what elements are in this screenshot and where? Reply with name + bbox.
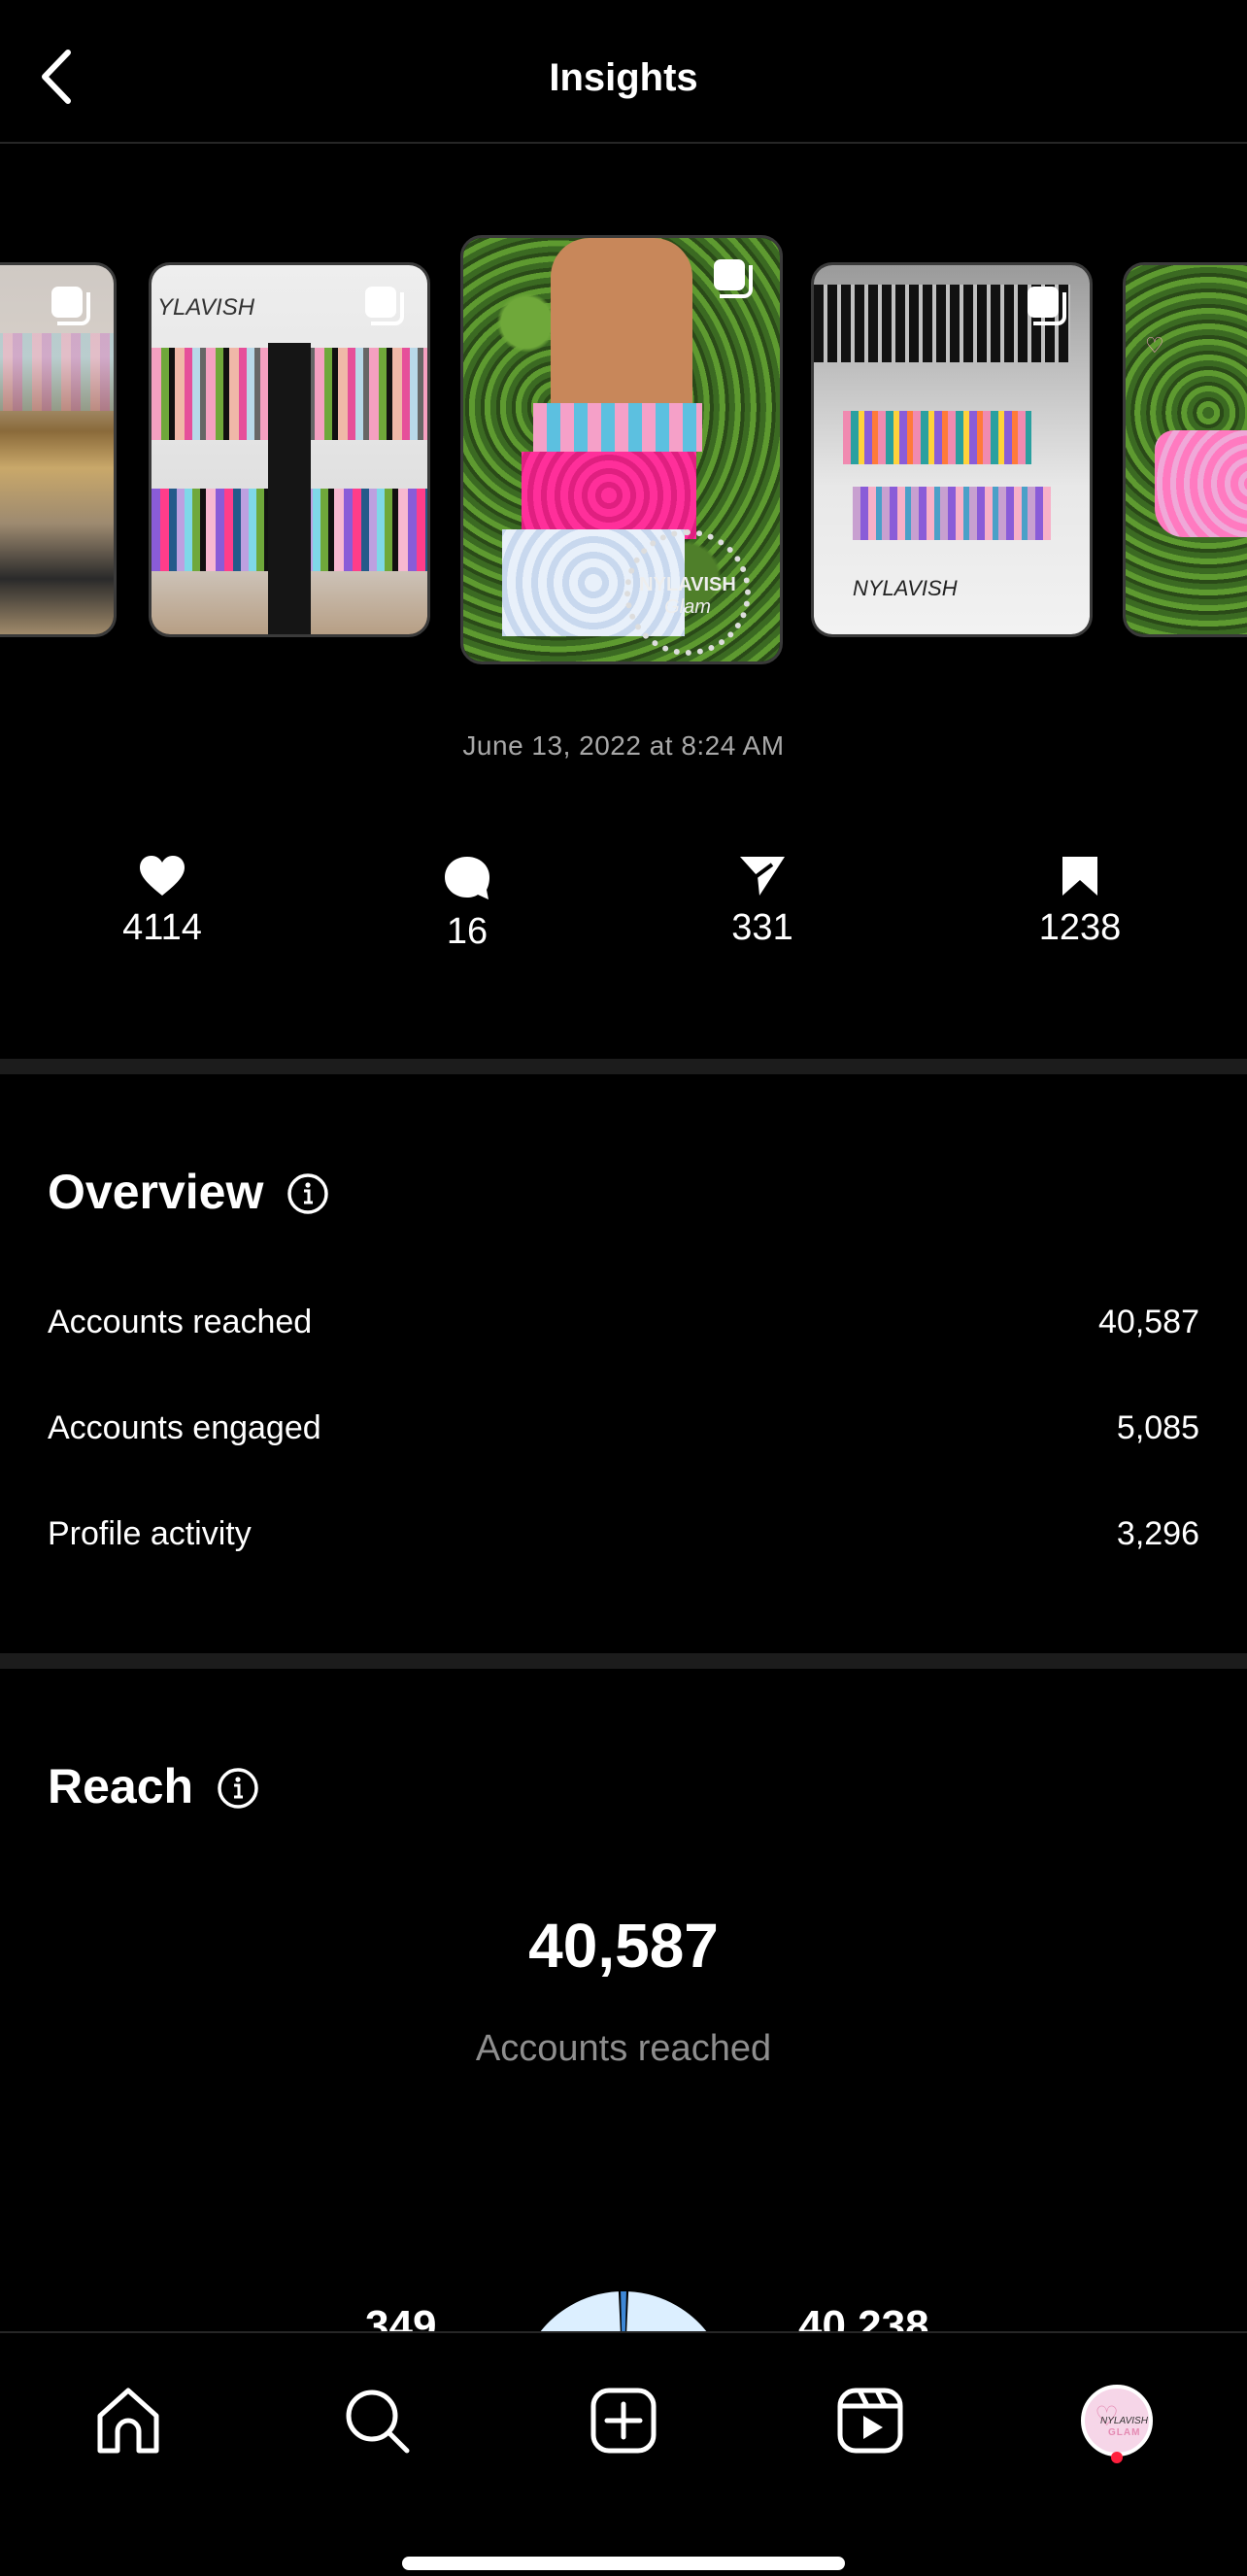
info-icon[interactable] xyxy=(286,1170,329,1213)
non-followers-value: 40,238 xyxy=(798,2302,929,2331)
section-divider xyxy=(0,1653,1247,1669)
plus-square-icon xyxy=(590,2387,657,2455)
engagement-stats: 4114 16 331 1238 xyxy=(0,855,1247,981)
post-thumbnail[interactable] xyxy=(0,262,117,637)
home-indicator[interactable] xyxy=(402,2557,845,2570)
carousel-album-icon xyxy=(1028,287,1066,325)
overview-row-accounts-reached[interactable]: Accounts reached 40,587 xyxy=(48,1298,1199,1346)
avatar-brand-text: NYLAVISH xyxy=(1100,2416,1148,2426)
section-divider xyxy=(0,1059,1247,1074)
tab-reels[interactable] xyxy=(822,2372,919,2469)
reach-total: 40,587 xyxy=(0,1910,1247,1982)
info-icon[interactable] xyxy=(217,1765,259,1808)
reels-icon xyxy=(836,2387,904,2455)
row-label: Accounts reached xyxy=(48,1304,312,1341)
comments-stat[interactable]: 16 xyxy=(370,855,564,953)
row-value: 3,296 xyxy=(1117,1515,1199,1553)
watermark-text: NYLAVISH xyxy=(853,576,958,601)
comments-count: 16 xyxy=(370,911,564,953)
tab-home[interactable] xyxy=(80,2372,177,2469)
post-carousel[interactable]: YLAVISH NYLAVISHGlam NYLAVISH ♡ xyxy=(0,233,1247,666)
likes-stat[interactable]: 4114 xyxy=(65,855,259,949)
tab-search[interactable] xyxy=(328,2372,425,2469)
search-icon xyxy=(343,2387,411,2455)
reach-heading: Reach xyxy=(48,1758,193,1814)
bookmark-icon xyxy=(1061,855,1099,898)
reach-donut-chart: 349 40,238 xyxy=(0,2215,1247,2331)
comment-icon xyxy=(443,855,491,901)
heart-icon xyxy=(138,855,186,898)
likes-count: 4114 xyxy=(65,907,259,949)
followers-value: 349 xyxy=(365,2302,436,2331)
overview-title: Overview xyxy=(48,1164,329,1220)
header: Insights xyxy=(0,0,1247,144)
post-thumbnail[interactable]: YLAVISH xyxy=(149,262,430,637)
row-label: Accounts engaged xyxy=(48,1409,321,1447)
page-title: Insights xyxy=(0,56,1247,100)
bottom-tab-bar: ♡ NYLAVISH GLAM xyxy=(0,2331,1247,2576)
row-value: 5,085 xyxy=(1117,1409,1199,1447)
watermark-text: ♡ xyxy=(1145,333,1164,358)
home-icon xyxy=(94,2387,162,2455)
reach-total-label: Accounts reached xyxy=(0,2028,1247,2070)
avatar: ♡ NYLAVISH GLAM xyxy=(1081,2385,1153,2457)
notification-dot xyxy=(1111,2452,1123,2463)
post-thumbnail[interactable]: NYLAVISH xyxy=(811,262,1093,637)
carousel-album-icon xyxy=(365,287,404,325)
overview-heading: Overview xyxy=(48,1164,263,1220)
post-thumbnail[interactable]: ♡ xyxy=(1123,262,1247,637)
share-icon xyxy=(738,855,787,898)
row-label: Profile activity xyxy=(48,1515,252,1553)
post-date: June 13, 2022 at 8:24 AM xyxy=(0,730,1247,762)
avatar-brand-subtext: GLAM xyxy=(1108,2427,1140,2438)
overview-row-profile-activity[interactable]: Profile activity 3,296 xyxy=(48,1509,1199,1558)
watermark-logo: NYLAVISHGlam xyxy=(624,529,751,656)
carousel-album-icon xyxy=(51,287,90,325)
carousel-album-icon xyxy=(714,259,753,298)
post-thumbnail-selected[interactable]: NYLAVISHGlam xyxy=(460,235,783,664)
row-value: 40,587 xyxy=(1098,1304,1199,1341)
overview-row-accounts-engaged[interactable]: Accounts engaged 5,085 xyxy=(48,1404,1199,1452)
saves-count: 1238 xyxy=(983,907,1177,949)
watermark-text: YLAVISH xyxy=(157,294,254,322)
shares-count: 331 xyxy=(665,907,859,949)
shares-stat[interactable]: 331 xyxy=(665,855,859,949)
tab-create[interactable] xyxy=(575,2372,672,2469)
saves-stat[interactable]: 1238 xyxy=(983,855,1177,949)
reach-title: Reach xyxy=(48,1758,259,1814)
